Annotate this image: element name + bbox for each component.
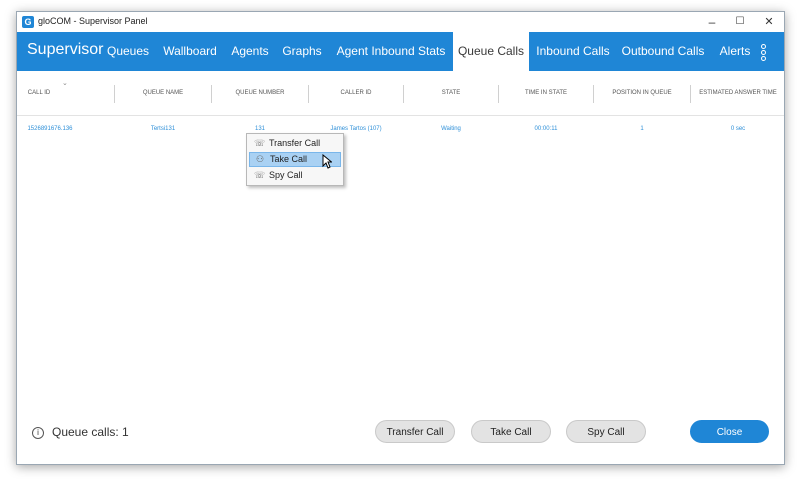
cell-call-id: 1526891676.136 [27, 126, 73, 132]
queue-calls-text: Queue calls: 1 [52, 425, 129, 439]
column-state[interactable]: State [404, 71, 498, 115]
sort-indicator-icon[interactable]: ⌄ [62, 79, 68, 87]
cell-time-in-state: 00:00:11 [534, 126, 558, 132]
column-queue-number[interactable]: Queue Number [212, 71, 308, 115]
cell-state: Waiting [441, 126, 461, 132]
app-logo-icon: G [22, 16, 34, 28]
tab-alerts[interactable]: Alerts [715, 32, 755, 71]
menu-item-spy-call[interactable]: ☏ Spy Call [249, 168, 341, 183]
column-call-id[interactable]: Call ID [17, 71, 61, 115]
maximize-button[interactable]: ☐ [725, 12, 755, 32]
spy-call-icon: ☏ [254, 170, 266, 180]
info-icon: i [32, 427, 44, 439]
take-call-button[interactable]: Take Call [471, 420, 551, 443]
brand-title: Supervisor [27, 41, 104, 58]
minimize-button[interactable]: – [697, 12, 727, 32]
table-header: ⌄ Call ID Queue Name Queue Number Caller… [17, 71, 784, 116]
transfer-call-icon: ☏ [254, 138, 266, 148]
cell-position-in-queue: 1 [640, 126, 644, 132]
window-title: gloCOM - Supervisor Panel [38, 16, 148, 26]
transfer-call-button[interactable]: Transfer Call [375, 420, 455, 443]
supervisor-panel-window: G gloCOM - Supervisor Panel – ☐ ✕ Superv… [16, 11, 785, 465]
tab-agent-inbound-stats[interactable]: Agent Inbound Stats [334, 32, 448, 71]
tab-queues[interactable]: Queues [107, 32, 149, 71]
tab-graphs[interactable]: Graphs [282, 32, 322, 71]
tab-inbound-calls[interactable]: Inbound Calls [533, 32, 613, 71]
menu-item-label: Take Call [270, 154, 308, 164]
column-position-in-queue[interactable]: Position in Queue [594, 71, 690, 115]
mouse-cursor-icon [322, 154, 332, 169]
menu-item-label: Spy Call [269, 170, 303, 180]
cell-estimated-answer-time: 0 sec [730, 126, 746, 132]
queue-calls-count: i Queue calls: 1 [32, 425, 129, 439]
spy-call-button[interactable]: Spy Call [566, 420, 646, 443]
top-navigation: Supervisor Queues Wallboard Agents Graph… [17, 32, 784, 71]
tab-agents[interactable]: Agents [229, 32, 271, 71]
title-bar: G gloCOM - Supervisor Panel – ☐ ✕ [17, 12, 784, 32]
take-call-icon: ⚇ [255, 154, 265, 164]
menu-item-transfer-call[interactable]: ☏ Transfer Call [249, 136, 341, 151]
tab-wallboard[interactable]: Wallboard [161, 32, 219, 71]
more-options-icon[interactable] [760, 44, 768, 61]
table-row[interactable]: 1526891676.136 Tertsi131 131 James Tarto… [17, 122, 784, 136]
menu-item-label: Transfer Call [269, 138, 321, 148]
tab-outbound-calls[interactable]: Outbound Calls [620, 32, 706, 71]
tab-queue-calls[interactable]: Queue Calls [453, 32, 529, 71]
column-time-in-state[interactable]: Time in State [499, 71, 593, 115]
column-queue-name[interactable]: Queue Name [115, 71, 211, 115]
cell-queue-name: Tertsi131 [150, 126, 176, 132]
close-button[interactable]: Close [690, 420, 769, 443]
close-window-button[interactable]: ✕ [754, 12, 784, 32]
column-estimated-answer-time[interactable]: Estimated Answer Time [691, 71, 785, 115]
column-caller-id[interactable]: Caller ID [309, 71, 403, 115]
